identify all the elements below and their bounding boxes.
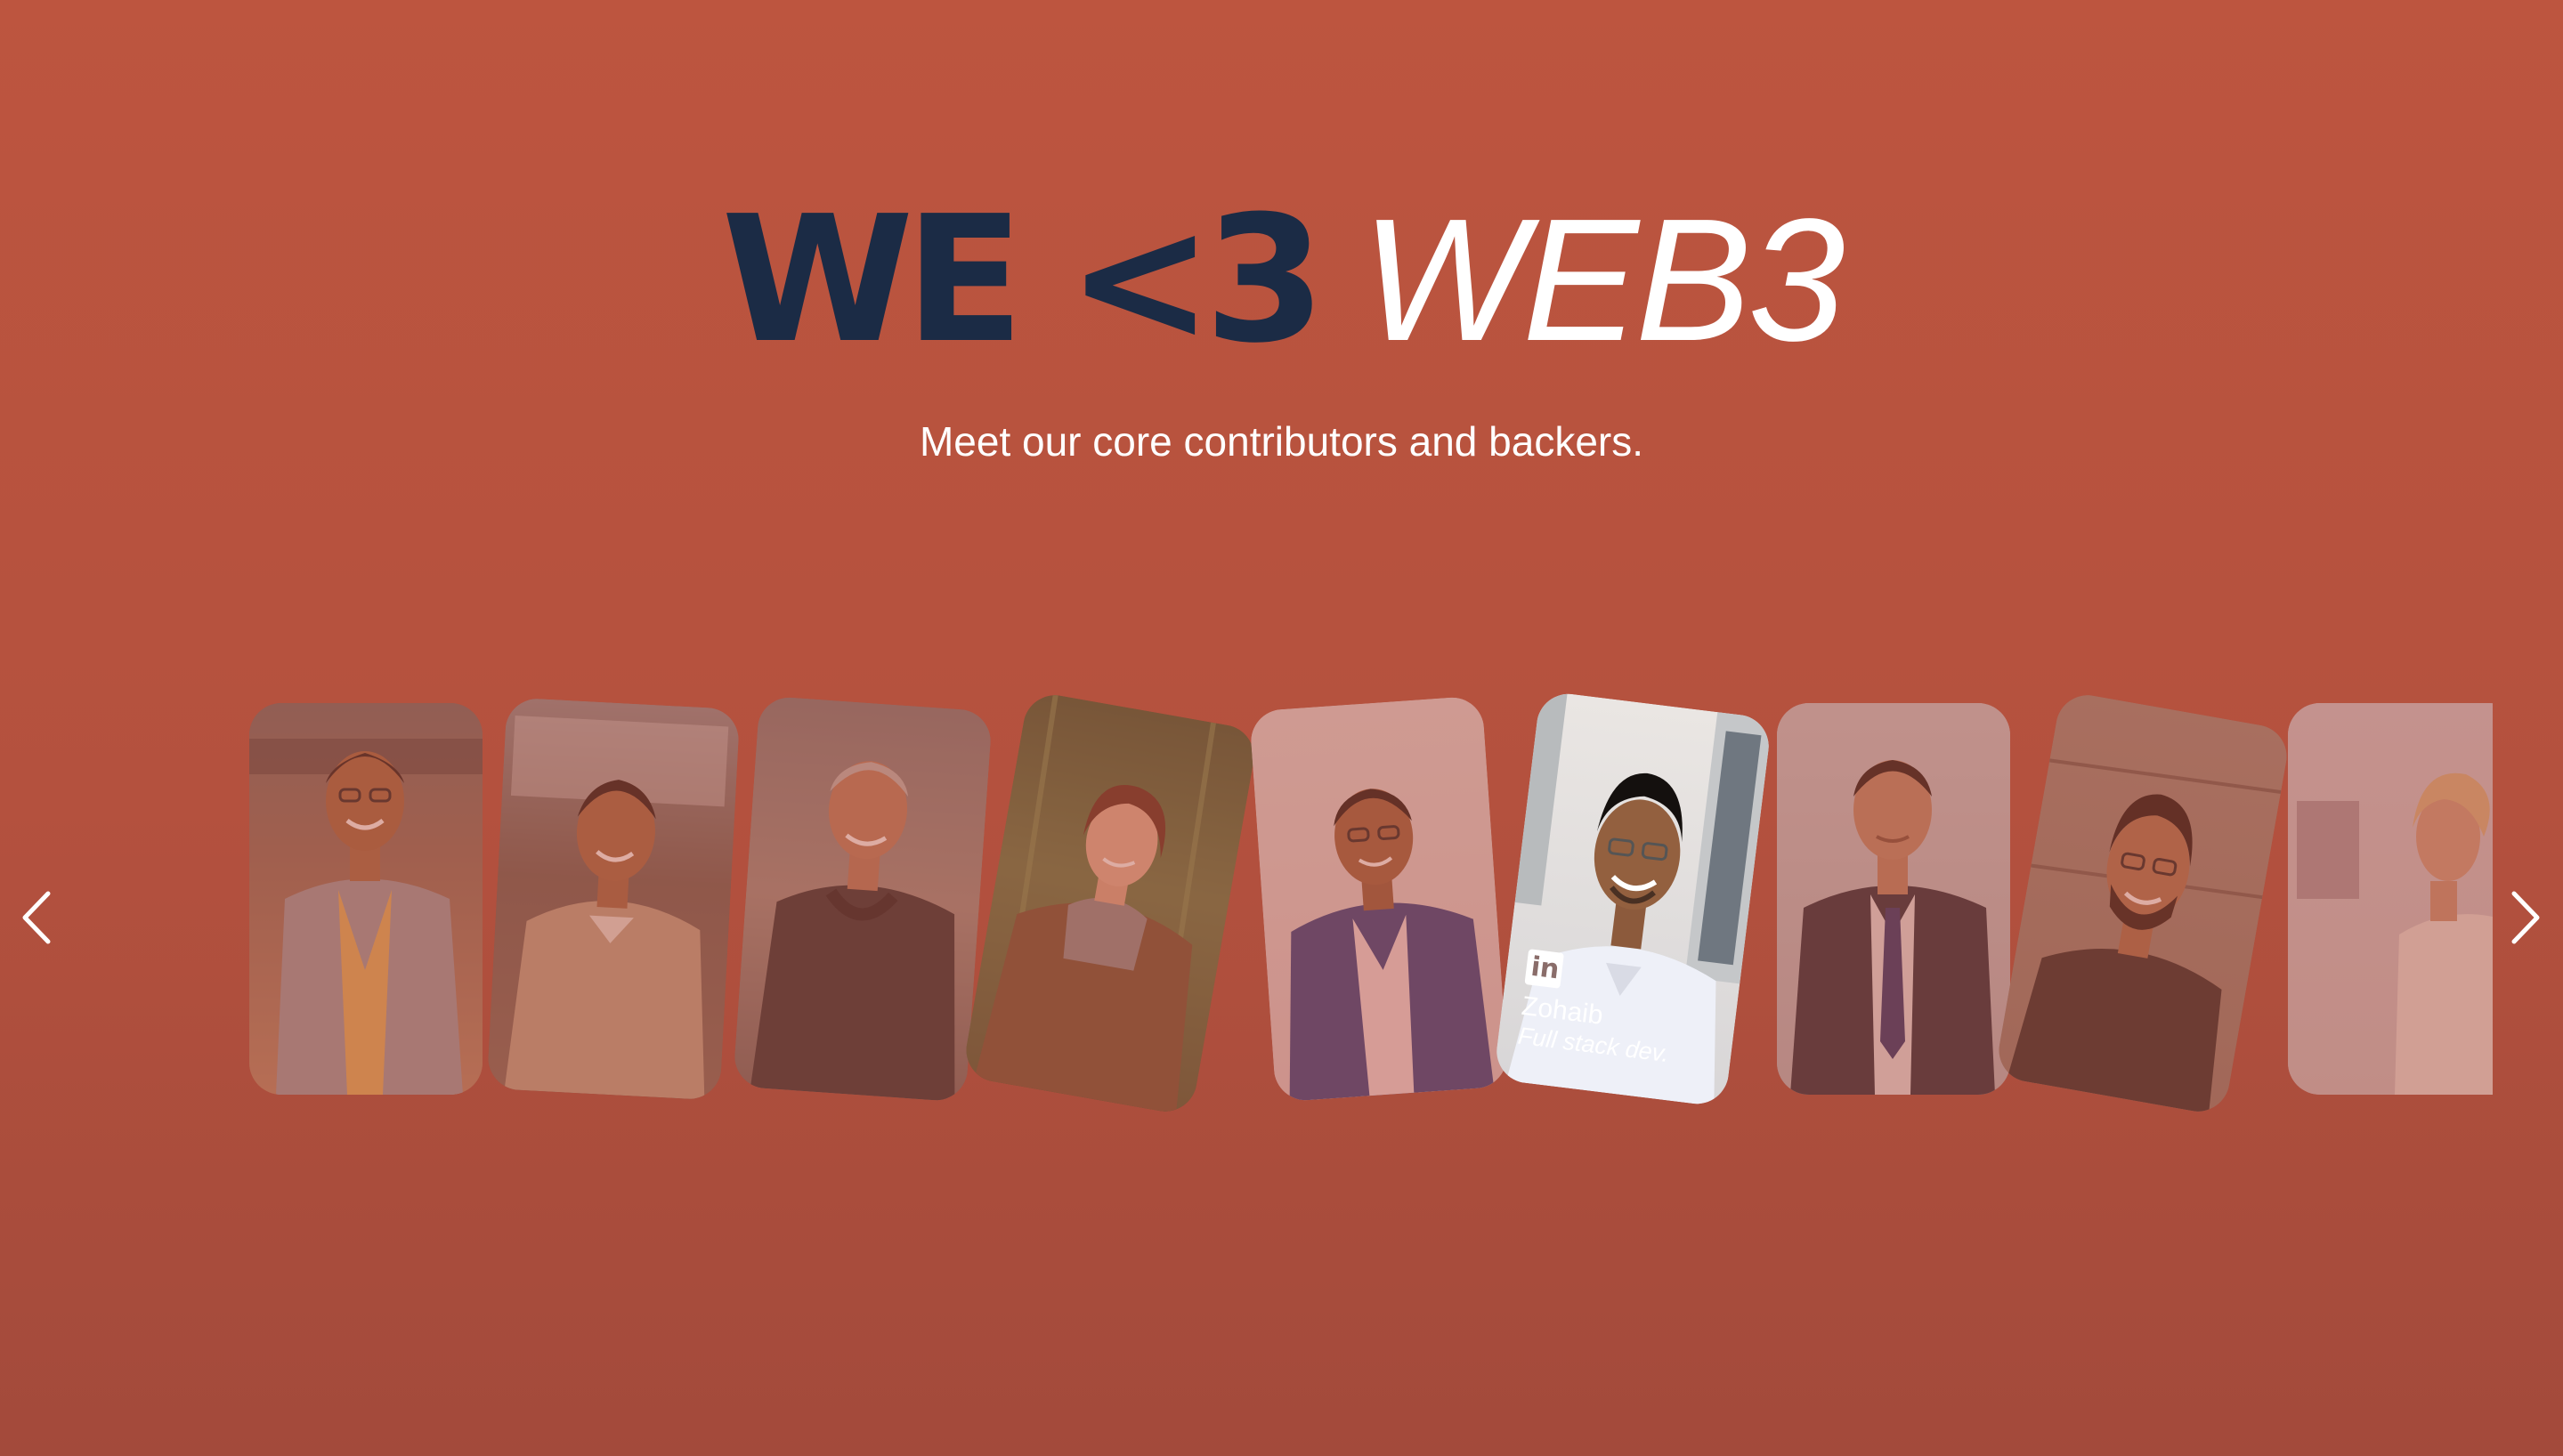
- team-card[interactable]: [1777, 703, 2010, 1095]
- headline-light-text: WEB3: [1361, 182, 1845, 377]
- chevron-left-icon: [22, 891, 51, 944]
- team-card[interactable]: [249, 703, 483, 1095]
- team-card[interactable]: [2288, 703, 2493, 1095]
- carousel-prev-button[interactable]: [11, 878, 64, 958]
- carousel-track: in Zohaib Full stack dev.: [247, 676, 2493, 1139]
- linkedin-icon[interactable]: in: [1524, 949, 1564, 989]
- carousel-next-button[interactable]: [2498, 878, 2551, 958]
- hero-section: WE <3 WEB3 Meet our core contributors and…: [0, 0, 2563, 534]
- card-info: in Zohaib Full stack dev.: [1516, 949, 1679, 1068]
- chevron-right-icon: [2511, 891, 2540, 944]
- team-card[interactable]: [486, 697, 741, 1101]
- team-card[interactable]: [961, 690, 1260, 1117]
- page-subtitle: Meet our core contributors and backers.: [919, 418, 1644, 465]
- team-card[interactable]: [1993, 690, 2292, 1117]
- headline-bold-text: WE <3: [721, 179, 1326, 382]
- team-card[interactable]: [732, 695, 994, 1103]
- page-headline: WE <3 WEB3: [0, 182, 2563, 378]
- team-carousel: in Zohaib Full stack dev.: [0, 676, 2563, 1139]
- team-card-active[interactable]: in Zohaib Full stack dev.: [1493, 690, 1772, 1108]
- team-card[interactable]: [1248, 695, 1510, 1103]
